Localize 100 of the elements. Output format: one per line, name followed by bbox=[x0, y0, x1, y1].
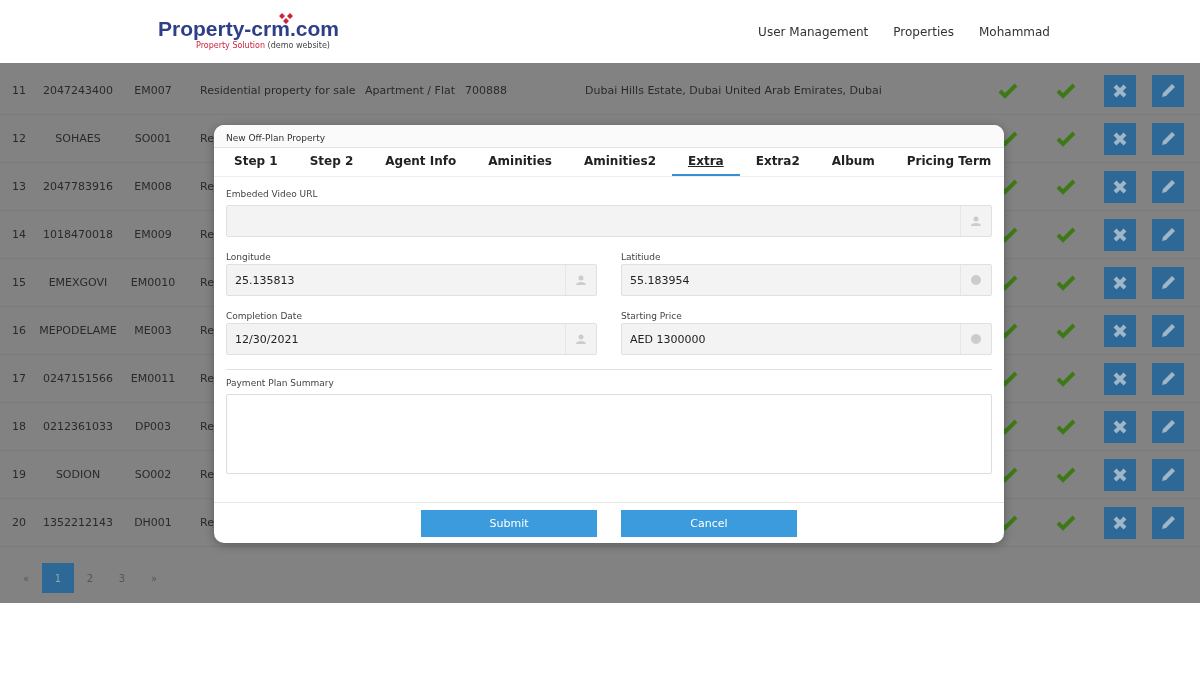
check-icon bbox=[1056, 274, 1076, 291]
table-cell: Re bbox=[200, 228, 214, 241]
tab[interactable]: Pricing Term bbox=[890, 148, 1004, 176]
tab[interactable]: Aminities bbox=[472, 148, 568, 176]
nav-link[interactable]: User Management bbox=[758, 24, 869, 39]
close-icon bbox=[1112, 514, 1128, 531]
close-icon bbox=[1112, 322, 1128, 339]
table-cell: Re bbox=[200, 372, 214, 385]
edit-button[interactable] bbox=[1152, 458, 1184, 491]
table-cell: Re bbox=[200, 516, 214, 529]
tab[interactable]: Extra bbox=[672, 148, 740, 176]
delete-button[interactable] bbox=[1104, 170, 1136, 203]
table-cell: DH001 bbox=[134, 516, 172, 529]
edit-button[interactable] bbox=[1152, 362, 1184, 395]
table-cell: Re bbox=[200, 132, 214, 145]
table-cell: Apartment / Flat bbox=[365, 84, 455, 97]
check-icon bbox=[1056, 322, 1076, 339]
table-cell: 16 bbox=[12, 324, 26, 337]
circle-icon bbox=[971, 275, 981, 285]
delete-button[interactable] bbox=[1104, 458, 1136, 491]
delete-button[interactable] bbox=[1104, 74, 1136, 107]
table-cell: 19 bbox=[12, 468, 26, 481]
table-cell: 12 bbox=[12, 132, 26, 145]
edit-button[interactable] bbox=[1152, 170, 1184, 203]
delete-button[interactable] bbox=[1104, 122, 1136, 155]
table-cell: EM0011 bbox=[130, 372, 176, 385]
close-icon bbox=[1112, 178, 1128, 195]
check-icon bbox=[1056, 226, 1076, 243]
delete-button[interactable] bbox=[1104, 266, 1136, 299]
table-cell: 1352212143 bbox=[43, 516, 113, 529]
edit-button[interactable] bbox=[1152, 74, 1184, 107]
close-icon bbox=[1112, 226, 1128, 243]
check-icon bbox=[1056, 130, 1076, 147]
table-cell: EM009 bbox=[134, 228, 172, 241]
edit-button[interactable] bbox=[1152, 506, 1184, 539]
table-cell: 15 bbox=[12, 276, 26, 289]
table-cell: SO001 bbox=[134, 132, 172, 145]
edit-button[interactable] bbox=[1152, 218, 1184, 251]
field-label: Embeded Video URL bbox=[226, 189, 319, 199]
site-logo[interactable]: Property-crm.com Property Solution (demo website) bbox=[158, 13, 339, 50]
table-cell: Re bbox=[200, 420, 214, 433]
table-cell: EM0010 bbox=[130, 276, 176, 289]
field-label: Longitude bbox=[226, 252, 271, 262]
circle-icon bbox=[971, 334, 981, 344]
modal-title: New Off-Plan Property bbox=[214, 125, 1004, 148]
delete-button[interactable] bbox=[1104, 410, 1136, 443]
table-cell: EMEXGOVI bbox=[48, 276, 108, 289]
tab[interactable]: Aminities2 bbox=[567, 148, 672, 176]
check-icon bbox=[998, 82, 1018, 99]
table-cell: EM007 bbox=[134, 84, 172, 97]
field-label: Payment Plan Summary bbox=[226, 378, 335, 388]
table-cell: SO002 bbox=[134, 468, 172, 481]
table-cell: 700888 bbox=[465, 84, 507, 97]
table-cell: EM008 bbox=[134, 180, 172, 193]
table-cell: SOHAES bbox=[55, 132, 101, 145]
close-icon bbox=[1112, 370, 1128, 387]
tab[interactable]: Agent Info bbox=[369, 148, 473, 176]
tab[interactable]: Step 2 bbox=[293, 148, 370, 176]
table-cell: 14 bbox=[12, 228, 26, 241]
delete-button[interactable] bbox=[1104, 506, 1136, 539]
table-cell: Re bbox=[200, 324, 214, 337]
table-cell: 13 bbox=[12, 180, 26, 193]
table-cell: 1018470018 bbox=[43, 228, 113, 241]
table-cell: 11 bbox=[12, 84, 26, 97]
tab[interactable]: Extra2 bbox=[739, 148, 816, 176]
edit-button[interactable] bbox=[1152, 314, 1184, 347]
edit-button[interactable] bbox=[1152, 410, 1184, 443]
check-icon bbox=[1056, 178, 1076, 195]
field-label: Completion Date bbox=[226, 311, 302, 321]
table-cell: DP003 bbox=[134, 420, 172, 433]
table-cell: 0212361033 bbox=[43, 420, 113, 433]
delete-button[interactable] bbox=[1104, 218, 1136, 251]
delete-button[interactable] bbox=[1104, 362, 1136, 395]
check-icon bbox=[1056, 82, 1076, 99]
tab[interactable]: Album bbox=[815, 148, 891, 176]
table-cell: 2047243400 bbox=[43, 84, 113, 97]
table-cell: 18 bbox=[12, 420, 26, 433]
table-cell: 17 bbox=[12, 372, 26, 385]
table-cell: ME003 bbox=[134, 324, 172, 337]
close-icon bbox=[1112, 418, 1128, 435]
edit-button[interactable] bbox=[1152, 266, 1184, 299]
table-cell: Dubai Hills Estate, Dubai United Arab Emirates, Dubai bbox=[585, 84, 882, 97]
tab[interactable]: Step 1 bbox=[218, 148, 294, 176]
table-cell: Re bbox=[200, 276, 214, 289]
check-icon bbox=[1056, 370, 1076, 387]
field-label: Starting Price bbox=[621, 311, 682, 321]
person-icon bbox=[576, 334, 586, 344]
table-cell: 0247151566 bbox=[43, 372, 113, 385]
table-cell: MEPODELAME bbox=[39, 324, 117, 337]
nav-link[interactable]: Mohammad bbox=[979, 24, 1050, 39]
delete-button[interactable] bbox=[1104, 314, 1136, 347]
person-icon bbox=[576, 275, 586, 285]
nav-link[interactable]: Properties bbox=[893, 24, 954, 39]
check-icon bbox=[1056, 514, 1076, 531]
table-cell: 20 bbox=[12, 516, 26, 529]
table-cell: 2047783916 bbox=[43, 180, 113, 193]
edit-button[interactable] bbox=[1152, 122, 1184, 155]
table-cell: Re bbox=[200, 468, 214, 481]
check-icon bbox=[1056, 418, 1076, 435]
check-icon bbox=[1056, 466, 1076, 483]
